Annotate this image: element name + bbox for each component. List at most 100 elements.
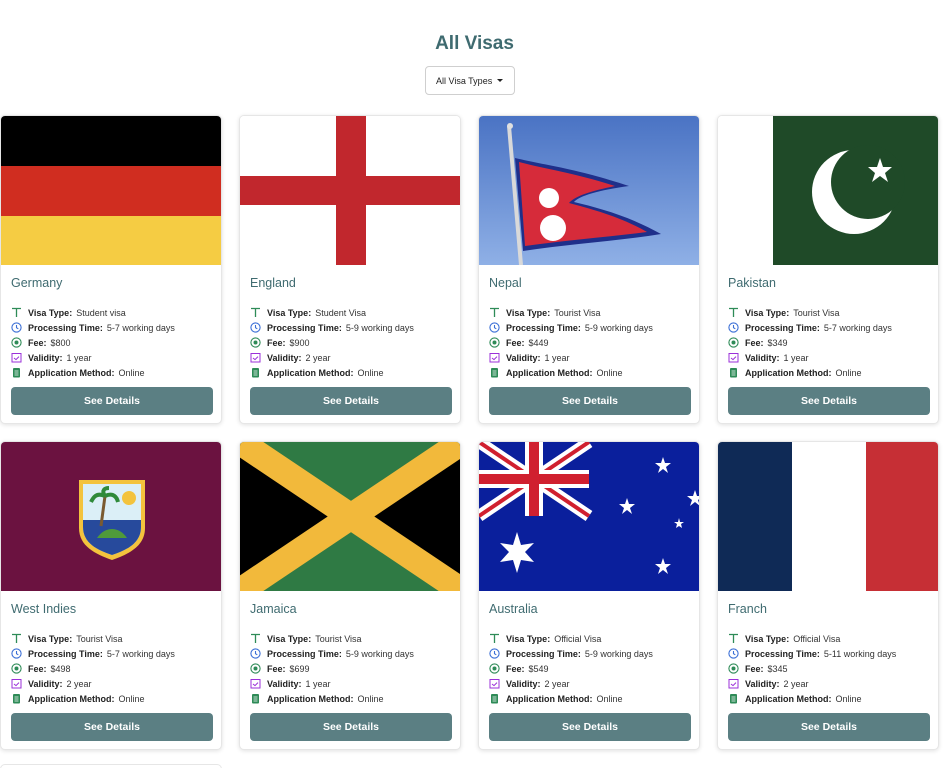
visa-type-row: Visa Type: Tourist Visa <box>728 307 840 318</box>
fee-row: Fee: $900 <box>250 337 310 348</box>
fee-row: Fee: $449 <box>489 337 549 348</box>
coin-icon <box>11 663 22 674</box>
visa-card-partial <box>0 764 222 768</box>
calendar-check-icon <box>489 352 500 363</box>
clock-icon <box>728 648 739 659</box>
coin-icon <box>489 663 500 674</box>
calendar-check-icon <box>11 352 22 363</box>
processing-time-value: 5-7 working days <box>106 322 175 333</box>
processing-time-value: 5-7 working days <box>106 648 175 659</box>
see-details-button[interactable]: See Details <box>489 387 691 415</box>
fee-row: Fee: $498 <box>11 663 71 674</box>
country-name: Franch <box>728 602 767 616</box>
calendar-check-icon <box>728 678 739 689</box>
clock-icon <box>489 648 500 659</box>
flag-germany-image <box>1 116 221 265</box>
clipboard-icon <box>728 693 739 704</box>
validity-row: Validity: 1 year <box>250 678 331 689</box>
fee-value: $800 <box>50 337 71 348</box>
application-method-row: Application Method: Online <box>11 693 145 704</box>
see-details-button[interactable]: See Details <box>11 387 213 415</box>
processing-time-value: 5-11 working days <box>823 648 897 659</box>
application-method-row: Application Method: Online <box>489 367 623 378</box>
visa-card: West Indies Visa Type: Tourist Visa Proce… <box>0 441 222 750</box>
processing-time-row: Processing Time: 5-9 working days <box>489 648 653 659</box>
visa-card: Nepal Visa Type: Tourist Visa Processing … <box>478 115 700 424</box>
validity-row: Validity: 2 year <box>11 678 92 689</box>
coin-icon <box>250 337 261 348</box>
clipboard-icon <box>489 367 500 378</box>
visa-type-row: Visa Type: Student Visa <box>250 307 366 318</box>
visa-type-filter[interactable]: All Visa Types <box>425 66 515 95</box>
fee-row: Fee: $349 <box>728 337 788 348</box>
filter-label: All Visa Types <box>436 75 493 86</box>
validity-value: 2 year <box>783 678 809 689</box>
processing-time-value: 5-9 working days <box>345 322 414 333</box>
clock-icon <box>250 322 261 333</box>
calendar-check-icon <box>489 678 500 689</box>
see-details-button[interactable]: See Details <box>489 713 691 741</box>
see-details-button[interactable]: See Details <box>11 713 213 741</box>
processing-time-row: Processing Time: 5-9 working days <box>250 648 414 659</box>
clock-icon <box>489 322 500 333</box>
text-type-icon <box>11 307 22 318</box>
country-name: Nepal <box>489 276 522 290</box>
page-title: All Visas <box>435 33 514 54</box>
fee-row: Fee: $699 <box>250 663 310 674</box>
calendar-check-icon <box>728 352 739 363</box>
flag-australia-image <box>479 442 699 591</box>
fee-value: $900 <box>289 337 310 348</box>
text-type-icon <box>250 633 261 644</box>
flag-pakistan-image <box>718 116 938 265</box>
flag-france-image <box>718 442 938 591</box>
see-details-button[interactable]: See Details <box>250 713 452 741</box>
application-method-row: Application Method: Online <box>11 367 145 378</box>
flag-jamaica-image <box>240 442 460 591</box>
processing-time-value: 5-9 working days <box>345 648 414 659</box>
fee-value: $345 <box>767 663 788 674</box>
see-details-button[interactable]: See Details <box>728 713 930 741</box>
validity-row: Validity: 2 year <box>489 678 570 689</box>
application-method-value: Online <box>835 367 862 378</box>
visa-card: Germany Visa Type: Student visa Processin… <box>0 115 222 424</box>
see-details-button[interactable]: See Details <box>728 387 930 415</box>
fee-value: $699 <box>289 663 310 674</box>
validity-value: 2 year <box>544 678 570 689</box>
validity-row: Validity: 1 year <box>489 352 570 363</box>
application-method-row: Application Method: Online <box>728 693 862 704</box>
flag-west-indies-image <box>1 442 221 591</box>
application-method-value: Online <box>596 367 623 378</box>
application-method-row: Application Method: Online <box>250 693 384 704</box>
text-type-icon <box>728 633 739 644</box>
clipboard-icon <box>11 367 22 378</box>
processing-time-row: Processing Time: 5-9 working days <box>489 322 653 333</box>
processing-time-value: 5-7 working days <box>823 322 892 333</box>
clipboard-icon <box>728 367 739 378</box>
validity-value: 1 year <box>544 352 570 363</box>
validity-row: Validity: 2 year <box>250 352 331 363</box>
validity-row: Validity: 1 year <box>728 352 809 363</box>
visa-card: Jamaica Visa Type: Tourist Visa Processin… <box>239 441 461 750</box>
clipboard-icon <box>489 693 500 704</box>
visa-type-row: Visa Type: Tourist Visa <box>250 633 362 644</box>
visa-type-row: Visa Type: Tourist Visa <box>489 307 601 318</box>
fee-row: Fee: $549 <box>489 663 549 674</box>
country-name: Jamaica <box>250 602 297 616</box>
fee-row: Fee: $345 <box>728 663 788 674</box>
clipboard-icon <box>250 367 261 378</box>
see-details-button[interactable]: See Details <box>250 387 452 415</box>
text-type-icon <box>11 633 22 644</box>
validity-value: 2 year <box>305 352 331 363</box>
processing-time-row: Processing Time: 5-11 working days <box>728 648 896 659</box>
validity-row: Validity: 2 year <box>728 678 809 689</box>
fee-value: $498 <box>50 663 71 674</box>
chevron-down-icon <box>497 79 503 82</box>
coin-icon <box>489 337 500 348</box>
fee-row: Fee: $800 <box>11 337 71 348</box>
visa-type-value: Tourist Visa <box>76 633 123 644</box>
country-name: West Indies <box>11 602 77 616</box>
coin-icon <box>728 337 739 348</box>
flag-england-image <box>240 116 460 265</box>
coin-icon <box>250 663 261 674</box>
processing-time-row: Processing Time: 5-7 working days <box>11 648 175 659</box>
